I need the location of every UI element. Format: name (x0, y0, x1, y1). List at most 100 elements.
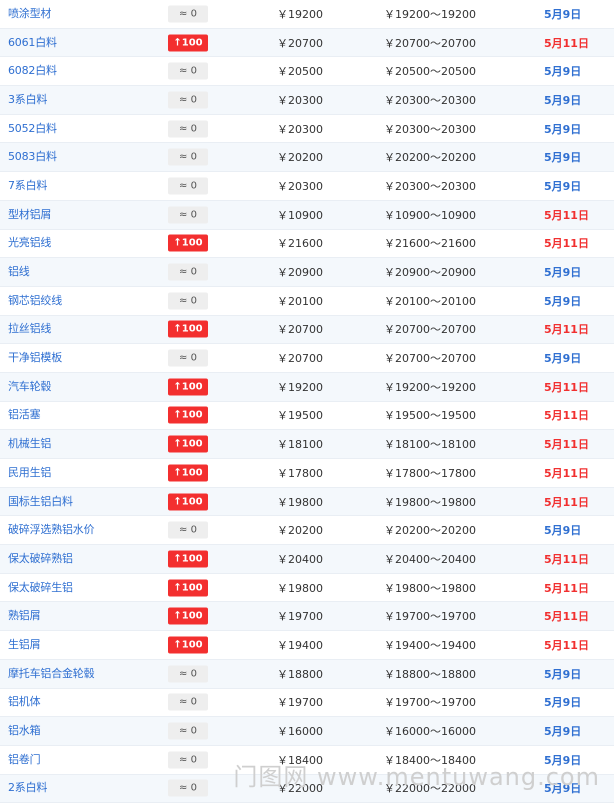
product-name-link[interactable]: 铝水箱 (8, 722, 41, 738)
price-flat-badge: ≈ 0 (168, 665, 208, 683)
price-range: ￥16000～16000 (384, 725, 476, 739)
product-name-link[interactable]: 铝卷门 (8, 751, 41, 767)
price-up-badge: ↑100 (168, 406, 208, 424)
table-row: 铝线 ≈ 0 ￥20900 ￥20900～20900 5月9日 (0, 258, 614, 287)
table-row: 6061白料 ↑100 ￥20700 ￥20700～20700 5月11日 (0, 28, 614, 58)
product-name-link[interactable]: 国标生铝白料 (8, 493, 73, 509)
price-up-badge: ↑100 (168, 435, 208, 453)
product-name-link[interactable]: 3系白料 (8, 91, 47, 107)
product-name-link[interactable]: 保太破碎生铝 (8, 579, 73, 595)
product-name-link[interactable]: 5083白料 (8, 148, 57, 164)
update-date: 5月11日 (544, 495, 589, 509)
product-name-link[interactable]: 铝活塞 (8, 407, 41, 423)
price-up-badge: ↑100 (168, 34, 208, 52)
price-up-badge: ↑100 (168, 579, 208, 597)
average-price: ￥20400 (277, 552, 323, 566)
price-range: ￥20300～20300 (384, 122, 476, 136)
product-name-link[interactable]: 熟铝屑 (8, 607, 41, 623)
update-date: 5月9日 (544, 266, 582, 280)
table-row: 铝活塞 ↑100 ￥19500 ￥19500～19500 5月11日 (0, 402, 614, 431)
average-price: ￥19200 (277, 7, 323, 21)
product-name-link[interactable]: 6061白料 (8, 34, 57, 50)
price-up-badge: ↑100 (168, 464, 208, 482)
product-name-link[interactable]: 生铝屑 (8, 636, 41, 652)
table-row: 3系白料 ≈ 0 ￥20300 ￥20300～20300 5月9日 (0, 86, 614, 115)
product-name-link[interactable]: 铝线 (8, 263, 30, 279)
average-price: ￥19500 (277, 409, 323, 423)
average-price: ￥19400 (277, 638, 323, 652)
product-name-link[interactable]: 民用生铝 (8, 464, 51, 480)
update-date: 5月11日 (544, 409, 589, 423)
price-flat-badge: ≈ 0 (168, 722, 208, 740)
product-name-link[interactable]: 破碎浮选熟铝水价 (8, 521, 95, 537)
update-date: 5月11日 (544, 552, 589, 566)
update-date: 5月9日 (544, 65, 582, 79)
price-range: ￥20300～20300 (384, 179, 476, 193)
update-date: 5月11日 (544, 323, 589, 337)
price-range: ￥20700～20700 (384, 323, 476, 337)
product-name-link[interactable]: 铝机体 (8, 693, 41, 709)
product-name-link[interactable]: 钢芯铝绞线 (8, 292, 62, 308)
average-price: ￥18100 (277, 438, 323, 452)
update-date: 5月9日 (544, 725, 582, 739)
price-up-badge: ↑100 (168, 378, 208, 396)
price-range: ￥20700～20700 (384, 36, 476, 50)
update-date: 5月11日 (544, 438, 589, 452)
price-up-badge: ↑100 (168, 493, 208, 511)
table-row: 破碎浮选熟铝水价 ≈ 0 ￥20200 ￥20200～20200 5月9日 (0, 516, 614, 546)
price-range: ￥19200～19200 (384, 380, 476, 394)
table-row: 钢芯铝绞线 ≈ 0 ￥20100 ￥20100～20100 5月9日 (0, 287, 614, 316)
product-name-link[interactable]: 摩托车铝合金轮毂 (8, 665, 95, 681)
update-date: 5月9日 (544, 667, 582, 681)
average-price: ￥20900 (277, 266, 323, 280)
average-price: ￥20100 (277, 294, 323, 308)
update-date: 5月9日 (544, 7, 582, 21)
price-range: ￥20700～20700 (384, 352, 476, 366)
table-row: 喷涂型材 ≈ 0 ￥19200 ￥19200～19200 5月9日 (0, 0, 614, 29)
update-date: 5月9日 (544, 352, 582, 366)
product-name-link[interactable]: 型材铝屑 (8, 206, 51, 222)
table-row: 民用生铝 ↑100 ￥17800 ￥17800～17800 5月11日 (0, 459, 614, 488)
average-price: ￥17800 (277, 466, 323, 480)
product-name-link[interactable]: 5052白料 (8, 120, 57, 136)
average-price: ￥20700 (277, 352, 323, 366)
product-name-link[interactable]: 机械生铝 (8, 435, 51, 451)
update-date: 5月9日 (544, 524, 582, 538)
product-name-link[interactable]: 汽车轮毂 (8, 378, 51, 394)
product-name-link[interactable]: 干净铝模板 (8, 349, 62, 365)
product-name-link[interactable]: 保太破碎熟铝 (8, 550, 73, 566)
update-date: 5月9日 (544, 151, 582, 165)
update-date: 5月9日 (544, 93, 582, 107)
product-name-link[interactable]: 拉丝铝线 (8, 320, 51, 336)
price-flat-badge: ≈ 0 (168, 292, 208, 310)
table-row: 熟铝屑 ↑100 ￥19700 ￥19700～19700 5月11日 (0, 602, 614, 632)
price-range: ￥20900～20900 (384, 266, 476, 280)
product-name-link[interactable]: 光亮铝线 (8, 234, 51, 250)
update-date: 5月9日 (544, 294, 582, 308)
average-price: ￥20300 (277, 122, 323, 136)
price-up-badge: ↑100 (168, 320, 208, 338)
price-range: ￥21600～21600 (384, 237, 476, 251)
average-price: ￥20200 (277, 151, 323, 165)
product-name-link[interactable]: 喷涂型材 (8, 5, 51, 21)
price-flat-badge: ≈ 0 (168, 779, 208, 797)
update-date: 5月9日 (544, 179, 582, 193)
table-row: 汽车轮毂 ↑100 ￥19200 ￥19200～19200 5月11日 (0, 372, 614, 402)
average-price: ￥10900 (277, 208, 323, 222)
table-row: 拉丝铝线 ↑100 ￥20700 ￥20700～20700 5月11日 (0, 315, 614, 345)
table-row: 5052白料 ≈ 0 ￥20300 ￥20300～20300 5月9日 (0, 115, 614, 144)
product-name-link[interactable]: 7系白料 (8, 177, 47, 193)
average-price: ￥19800 (277, 495, 323, 509)
price-range: ￥19700～19700 (384, 696, 476, 710)
price-table: 喷涂型材 ≈ 0 ￥19200 ￥19200～19200 5月9日 6061白料 ↑100 ￥… (0, 0, 614, 803)
price-flat-badge: ≈ 0 (168, 91, 208, 109)
price-flat-badge: ≈ 0 (168, 751, 208, 769)
product-name-link[interactable]: 2系白料 (8, 779, 47, 795)
table-row: 机械生铝 ↑100 ￥18100 ￥18100～18100 5月11日 (0, 430, 614, 459)
product-name-link[interactable]: 6082白料 (8, 62, 57, 78)
average-price: ￥19700 (277, 610, 323, 624)
table-row: 生铝屑 ↑100 ￥19400 ￥19400～19400 5月11日 (0, 631, 614, 660)
price-range: ￥19500～19500 (384, 409, 476, 423)
price-flat-badge: ≈ 0 (168, 521, 208, 539)
average-price: ￥16000 (277, 725, 323, 739)
